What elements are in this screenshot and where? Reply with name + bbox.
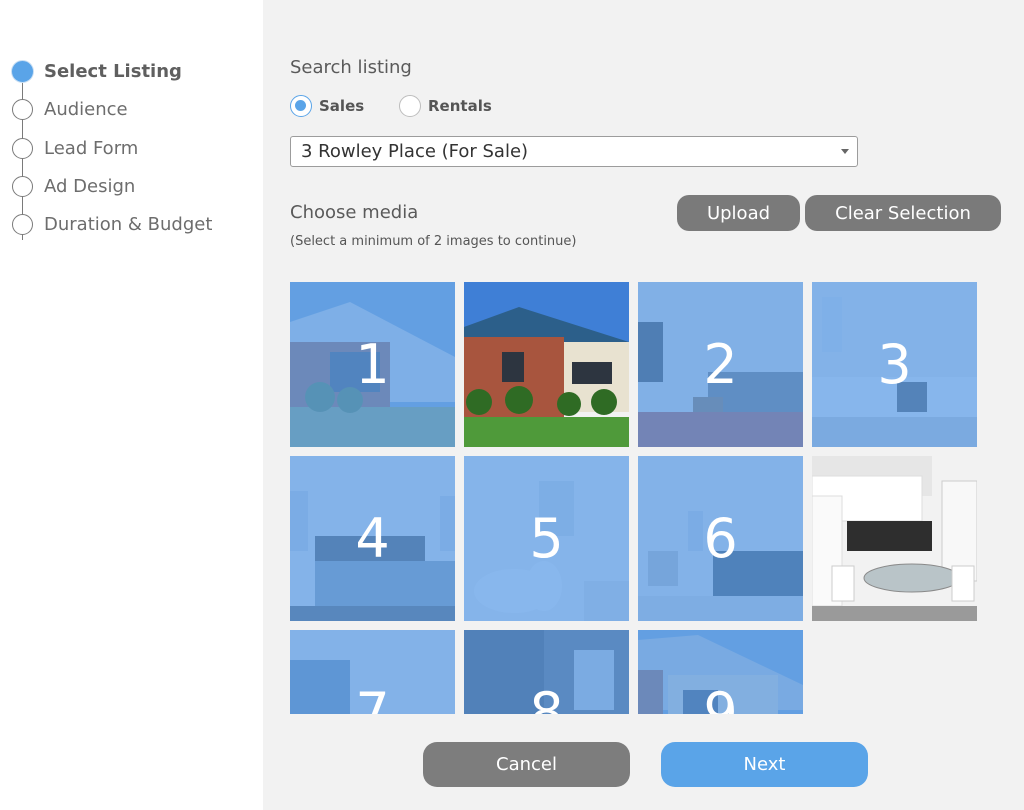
listing-select[interactable]: 3 Rowley Place (For Sale) xyxy=(290,136,858,167)
step-label: Lead Form xyxy=(44,137,139,159)
media-tile[interactable] xyxy=(812,456,977,621)
cancel-button[interactable]: Cancel xyxy=(423,742,630,787)
radio-circle[interactable] xyxy=(399,95,421,117)
step-label: Select Listing xyxy=(44,60,182,82)
media-tile[interactable]: 4 xyxy=(290,456,455,621)
media-tile[interactable]: 6 xyxy=(638,456,803,621)
media-tile[interactable]: 7 xyxy=(290,630,455,714)
radio-circle-checked[interactable] xyxy=(290,95,312,117)
media-tile[interactable]: 3 xyxy=(812,282,977,447)
step-select-listing[interactable]: Select Listing xyxy=(12,59,182,83)
step-duration-budget[interactable]: Duration & Budget xyxy=(12,212,212,236)
media-tile[interactable]: 8 xyxy=(464,630,629,714)
radio-rentals[interactable]: Rentals xyxy=(399,95,492,117)
step-indicator xyxy=(12,98,33,120)
selection-number: 6 xyxy=(703,507,738,570)
listing-select-value: 3 Rowley Place (For Sale) xyxy=(301,141,529,162)
radio-label: Rentals xyxy=(428,97,492,115)
search-listing-title: Search listing xyxy=(290,57,412,78)
selection-number: 5 xyxy=(529,507,564,570)
selection-number: 4 xyxy=(355,507,390,570)
choose-media-title: Choose media xyxy=(290,202,419,223)
step-ad-design[interactable]: Ad Design xyxy=(12,174,135,198)
media-hint: (Select a minimum of 2 images to continu… xyxy=(290,234,577,249)
step-indicator-active xyxy=(12,60,33,82)
media-tile[interactable]: 9 xyxy=(638,630,803,714)
chevron-down-icon xyxy=(841,149,849,154)
step-indicator xyxy=(12,213,33,235)
selection-number: 9 xyxy=(703,681,738,714)
stepper-sidebar: Select Listing Audience Lead Form Ad Des… xyxy=(0,0,263,810)
upload-button[interactable]: Upload xyxy=(677,195,800,231)
media-tile[interactable]: 5 xyxy=(464,456,629,621)
media-grid: 1 2 3 4 5 6 7 8 9 xyxy=(290,282,980,714)
step-label: Audience xyxy=(44,98,128,120)
step-label: Duration & Budget xyxy=(44,213,213,235)
step-audience[interactable]: Audience xyxy=(12,97,128,121)
selection-number: 1 xyxy=(355,333,390,396)
radio-label: Sales xyxy=(319,97,365,115)
selection-number: 2 xyxy=(703,333,738,396)
radio-sales[interactable]: Sales xyxy=(290,95,364,117)
media-tile[interactable]: 1 xyxy=(290,282,455,447)
selection-number xyxy=(812,456,977,621)
selection-number: 7 xyxy=(355,681,390,714)
step-indicator xyxy=(12,137,33,159)
clear-selection-button[interactable]: Clear Selection xyxy=(805,195,1001,231)
selection-number: 8 xyxy=(529,681,564,714)
next-button[interactable]: Next xyxy=(661,742,868,787)
selection-number: 3 xyxy=(877,333,912,396)
main-panel: Search listing Sales Rentals 3 Rowley Pl… xyxy=(263,0,1024,810)
step-label: Ad Design xyxy=(44,175,136,197)
media-tile[interactable] xyxy=(464,282,629,447)
step-lead-form[interactable]: Lead Form xyxy=(12,136,138,160)
step-indicator xyxy=(12,175,33,197)
media-tile[interactable]: 2 xyxy=(638,282,803,447)
selection-number xyxy=(464,282,629,447)
